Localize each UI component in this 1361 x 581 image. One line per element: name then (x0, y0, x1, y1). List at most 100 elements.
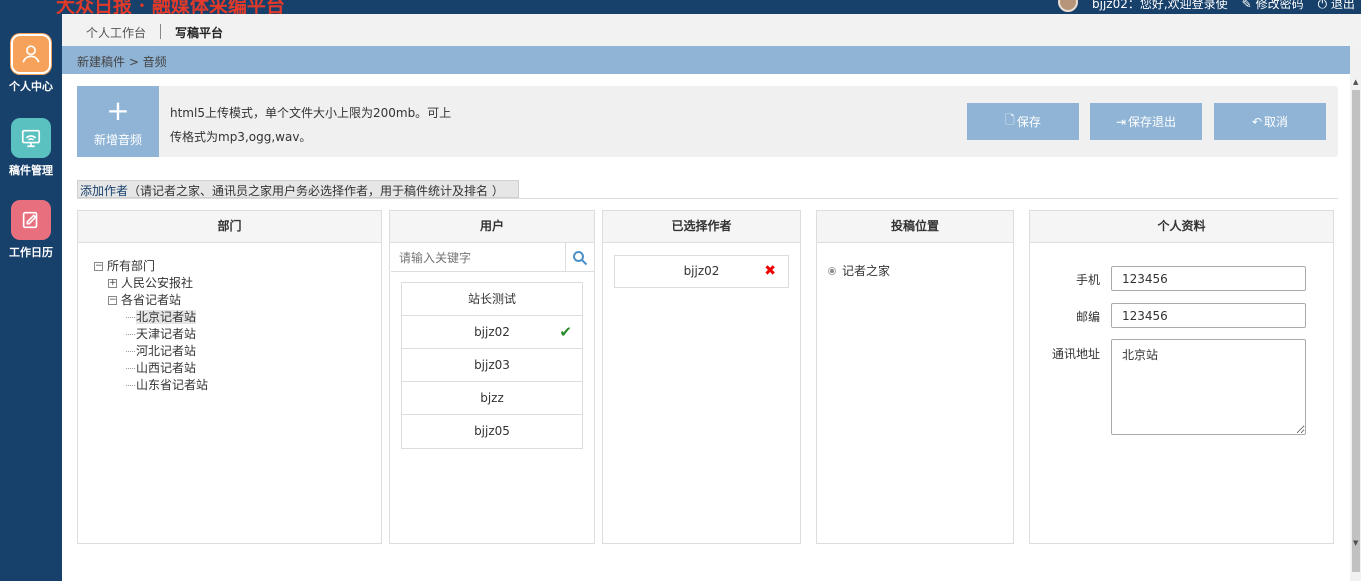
position-option-reporter-home[interactable]: 记者之家 (828, 262, 890, 279)
panel-title: 投稿位置 (817, 211, 1013, 243)
add-audio-label: 新增音频 (93, 133, 142, 147)
sidebar-item-manuscripts[interactable]: 稿件管理 (0, 118, 62, 178)
add-author-link[interactable]: 添加作者 (80, 184, 128, 198)
brand-logo: 大众日报 · 融媒体采编平台 (56, 0, 285, 14)
user-search-input[interactable] (399, 249, 559, 267)
user-area: bjjz02：您好,欢迎登录使 ✎ 修改密码 ⏻ 退出 (1058, 0, 1355, 12)
save-button[interactable]: 🗋 保存 (967, 103, 1079, 140)
save-exit-button[interactable]: ⇥ 保存退出 (1090, 103, 1202, 140)
tree-node-label: 所有部门 (107, 259, 156, 273)
address-label: 通讯地址 (1051, 347, 1100, 361)
tree-node-label: 山东省记者站 (136, 378, 209, 392)
tree-line (126, 351, 135, 352)
tree-node[interactable]: 天津记者站 (126, 326, 196, 343)
cancel-icon: ↶ (1251, 114, 1263, 129)
user-list-item-selected[interactable]: bjjz02 ✔ (402, 316, 582, 349)
collapse-icon[interactable]: − (108, 296, 117, 305)
sidebar-item-label: 工作日历 (9, 246, 53, 259)
submission-position-panel: 投稿位置 记者之家 (816, 210, 1014, 544)
tree-node-label: 河北记者站 (136, 344, 197, 358)
author-bar: 添加作者（请记者之家、通讯员之家用户务必选择作者，用于稿件统计及排名 ） (77, 180, 1338, 199)
users-panel: 用户 站长测试 bjjz02 ✔ bjjz03 bjzz bjjz05 (389, 210, 595, 544)
scroll-down-icon[interactable]: ▼ (1353, 539, 1358, 547)
user-name: 站长测试 (467, 292, 516, 306)
sidebar-item-personal-center[interactable]: 个人中心 (0, 34, 62, 94)
breadcrumb: 新建稿件 > 音频 (62, 46, 1350, 74)
selected-author-chip: bjjz02 ✖ (614, 255, 789, 288)
radio-button[interactable] (828, 266, 836, 275)
panel-title: 用户 (390, 211, 594, 243)
edit-password-link[interactable]: ✎ 修改密码 (1242, 0, 1304, 12)
tree-node[interactable]: + 人民公安报社 (108, 275, 193, 292)
phone-label: 手机 (1075, 273, 1100, 287)
tree-line (126, 385, 135, 386)
user-list-item[interactable]: 站长测试 (402, 283, 582, 316)
tree-node-label: 各省记者站 (121, 293, 182, 307)
search-icon (573, 250, 588, 265)
logout-label: 退出 (1330, 0, 1355, 11)
panel-title: 个人资料 (1030, 211, 1333, 243)
tab-bar: 个人工作台 写稿平台 (62, 14, 1361, 46)
upload-hint-line-2: 传格式为mp3,ogg,wav。 (170, 130, 312, 144)
scrollbar-thumb[interactable] (1352, 90, 1360, 572)
save-label: 保存 (1016, 115, 1041, 129)
scroll-up-icon[interactable]: ▲ (1353, 78, 1358, 86)
panel-title: 部门 (78, 211, 381, 243)
tree-line (126, 368, 135, 369)
remove-author-icon[interactable]: ✖ (764, 256, 776, 287)
tree-node[interactable]: 山东省记者站 (126, 377, 208, 394)
tree-line (126, 317, 135, 318)
address-textarea[interactable]: 北京站 (1111, 339, 1306, 435)
cancel-label: 取消 (1264, 115, 1289, 129)
zip-input[interactable] (1111, 303, 1306, 328)
page-scrollbar[interactable]: ▲ ▼ (1350, 46, 1361, 581)
sidebar-item-label: 个人中心 (9, 80, 53, 93)
person-icon (11, 34, 51, 74)
user-list: 站长测试 bjjz02 ✔ bjjz03 bjzz bjjz05 (401, 282, 583, 449)
monitor-icon (11, 118, 51, 158)
tree-node[interactable]: − 各省记者站 (108, 292, 181, 309)
selected-authors-panel: 已选择作者 bjjz02 ✖ (602, 210, 801, 544)
sidebar: 个人中心 稿件管理 工作日历 (0, 14, 62, 581)
user-search (391, 243, 594, 272)
sidebar-item-label: 稿件管理 (9, 164, 53, 177)
tab-divider (160, 24, 161, 39)
collapse-icon[interactable]: − (94, 262, 103, 271)
cancel-button[interactable]: ↶ 取消 (1214, 103, 1326, 140)
tree-node-selected[interactable]: 北京记者站 (126, 309, 197, 326)
position-option-label: 记者之家 (842, 264, 891, 278)
selected-author-name: bjjz02 (683, 264, 720, 278)
upload-hint: html5上传模式，单个文件大小上限为200mb。可上 传格式为mp3,ogg,… (170, 101, 470, 149)
sidebar-item-work-calendar[interactable]: 工作日历 (0, 200, 62, 260)
greeting-text: bjjz02：您好,欢迎登录使 (1092, 0, 1228, 11)
tree-line (126, 334, 135, 335)
user-name: bjjz02 (474, 325, 510, 339)
user-list-item[interactable]: bjjz05 (402, 415, 582, 448)
tab-personal-workbench[interactable]: 个人工作台 (86, 24, 146, 41)
tree-node-label: 山西记者站 (136, 361, 197, 375)
add-audio-button[interactable]: + 新增音频 (77, 86, 159, 157)
file-icon: 🗋 (1005, 113, 1015, 127)
user-avatar[interactable] (1058, 0, 1078, 12)
upload-hint-line-1: html5上传模式，单个文件大小上限为200mb。可上 (170, 106, 452, 120)
tree-node[interactable]: 山西记者站 (126, 360, 196, 377)
add-author-tag[interactable]: 添加作者（请记者之家、通讯员之家用户务必选择作者，用于稿件统计及排名 ） (77, 180, 519, 198)
search-button[interactable] (565, 243, 594, 272)
tree-node[interactable]: 河北记者站 (126, 343, 196, 360)
user-list-item[interactable]: bjjz03 (402, 349, 582, 382)
user-list-item[interactable]: bjzz (402, 382, 582, 415)
panel-title: 已选择作者 (603, 211, 800, 243)
tree-node[interactable]: − 所有部门 (94, 258, 155, 275)
phone-input[interactable] (1111, 266, 1306, 291)
add-author-note: （请记者之家、通讯员之家用户务必选择作者，用于稿件统计及排名 ） (128, 184, 504, 198)
user-name: bjjz03 (474, 358, 510, 372)
checkmark-icon: ✔ (559, 323, 572, 341)
upload-panel: + 新增音频 html5上传模式，单个文件大小上限为200mb。可上 传格式为m… (77, 86, 1338, 157)
expand-icon[interactable]: + (108, 279, 117, 288)
tree-node-label: 人民公安报社 (121, 276, 194, 290)
save-exit-label: 保存退出 (1128, 115, 1177, 129)
edit-icon: ✎ (1241, 0, 1252, 11)
department-panel: 部门 − 所有部门 + 人民公安报社 − 各省记者站 北京记者站 天津记者站 河北记者… (77, 210, 382, 544)
tab-writing-platform[interactable]: 写稿平台 (175, 24, 223, 41)
logout-link[interactable]: ⏻ 退出 (1318, 0, 1355, 12)
